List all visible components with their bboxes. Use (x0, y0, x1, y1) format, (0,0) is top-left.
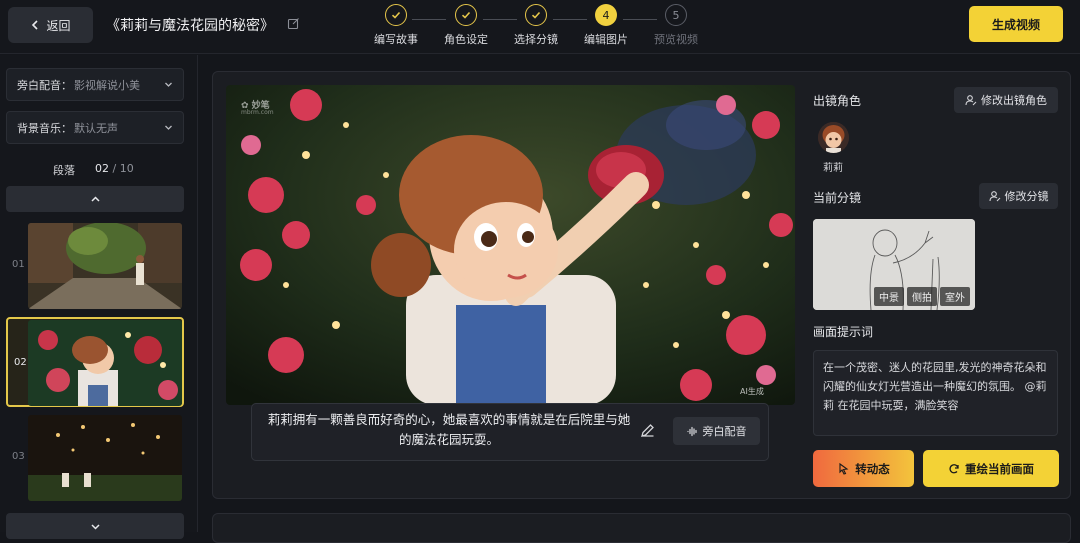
segment-next-button[interactable] (6, 513, 184, 539)
current-shot-title: 当前分镜 (813, 191, 862, 205)
shot-tag: 侧拍 (907, 287, 937, 306)
generate-video-button[interactable]: 生成视频 (969, 6, 1063, 42)
button-label: 转动态 (855, 461, 890, 476)
step-number: 4 (595, 4, 617, 26)
edit-title-icon[interactable] (287, 17, 300, 30)
step-character-setup[interactable]: 角色设定 (431, 4, 501, 47)
chevron-down-icon (165, 125, 172, 130)
select-value: 默认无声 (74, 121, 118, 135)
narration-text: 莉莉拥有一颗善良而好奇的心，她最喜欢的事情就是在后院里与她的魔法花园玩耍。 (267, 412, 631, 447)
avatar[interactable] (818, 122, 849, 153)
prompt-text-area[interactable]: 在一个茂密、迷人的花园里,发光的神奇花朵和闪耀的仙女灯光营造出一种魔幻的氛围。 … (813, 350, 1058, 436)
step-write-story[interactable]: 编写故事 (361, 4, 431, 47)
page-title: 《莉莉与魔法花园的秘密》 (106, 18, 274, 34)
edit-pencil-icon[interactable] (640, 423, 655, 438)
narration-voice-select[interactable]: 旁白配音： 影视解说小美 (6, 68, 184, 101)
thumbnail-number: 02 (14, 357, 27, 368)
thumbnail-number: 03 (12, 451, 25, 462)
chevron-down-icon (90, 523, 100, 530)
select-value: 影视解说小美 (74, 78, 140, 92)
shot-tag: 室外 (940, 287, 970, 306)
sidebar: 旁白配音： 影视解说小美 背景音乐： 默认无声 段落 02 / 10 01 02… (0, 55, 198, 539)
chevron-up-icon (90, 195, 100, 202)
step-preview-video[interactable]: 5 预览视频 (641, 4, 711, 47)
shot-tag: 中景 (874, 287, 904, 306)
segment-prev-button[interactable] (6, 186, 184, 212)
step-edit-image[interactable]: 4 编辑图片 (571, 4, 641, 47)
characters-title: 出镜角色 (813, 94, 862, 108)
step-label: 选择分镜 (514, 33, 558, 46)
segment-thumbnail[interactable]: 03 (6, 413, 184, 503)
check-icon (385, 4, 407, 26)
back-label: 返回 (46, 18, 71, 33)
check-icon (525, 4, 547, 26)
modify-shot-button[interactable]: 修改分镜 (979, 183, 1058, 209)
voice-label: 旁白配音 (702, 425, 747, 438)
thumbnail-image (28, 320, 182, 406)
narration-voice-button[interactable]: 旁白配音 (673, 417, 760, 445)
thumbnail-image (28, 415, 182, 501)
pointer-icon (839, 462, 849, 475)
back-button[interactable]: 返回 (8, 7, 93, 43)
user-edit-icon (988, 191, 1000, 202)
step-label: 预览视频 (654, 33, 698, 46)
user-edit-icon (965, 95, 977, 106)
button-label: 修改分镜 (1004, 190, 1049, 203)
refresh-icon (949, 463, 959, 473)
button-label: 重绘当前画面 (965, 461, 1034, 476)
step-label: 编辑图片 (584, 33, 628, 46)
thumbnail-number: 01 (12, 259, 25, 270)
character-name: 莉莉 (823, 163, 843, 174)
chevron-down-icon (165, 82, 172, 87)
modify-characters-button[interactable]: 修改出镜角色 (954, 87, 1058, 113)
top-bar: 返回 《莉莉与魔法花园的秘密》 编写故事 角色设定 选择分镜 4 编辑图片 5 … (0, 0, 1080, 54)
convert-to-animation-button[interactable]: 转动态 (813, 450, 914, 487)
segment-label: 段落 (53, 164, 75, 177)
segment-current: 02 (95, 162, 109, 175)
segment-thumbnail-selected[interactable]: 02 (6, 317, 184, 407)
step-number: 5 (665, 4, 687, 26)
thumbnail-image (28, 223, 182, 309)
select-key: 旁白配音： (17, 78, 72, 92)
segment-thumbnail[interactable]: 01 (6, 221, 184, 311)
waveform-icon (686, 426, 697, 436)
button-label: 修改出镜角色 (981, 94, 1047, 107)
scene-image (226, 85, 795, 405)
ai-generated-badge: AI生成 (740, 387, 764, 396)
background-music-select[interactable]: 背景音乐： 默认无声 (6, 111, 184, 144)
segment-total: / 10 (109, 162, 134, 175)
select-key: 背景音乐： (17, 121, 72, 135)
next-segment-card (212, 513, 1071, 543)
check-icon (455, 4, 477, 26)
prompt-title: 画面提示词 (813, 325, 874, 339)
step-label: 角色设定 (444, 33, 488, 46)
step-select-storyboard[interactable]: 选择分镜 (501, 4, 571, 47)
watermark-url: mbrm.com (241, 109, 274, 116)
redraw-current-button[interactable]: 重绘当前画面 (923, 450, 1059, 487)
chevron-left-icon (32, 20, 39, 30)
step-label: 编写故事 (374, 33, 418, 46)
segment-counter: 02 / 10 (95, 162, 134, 175)
